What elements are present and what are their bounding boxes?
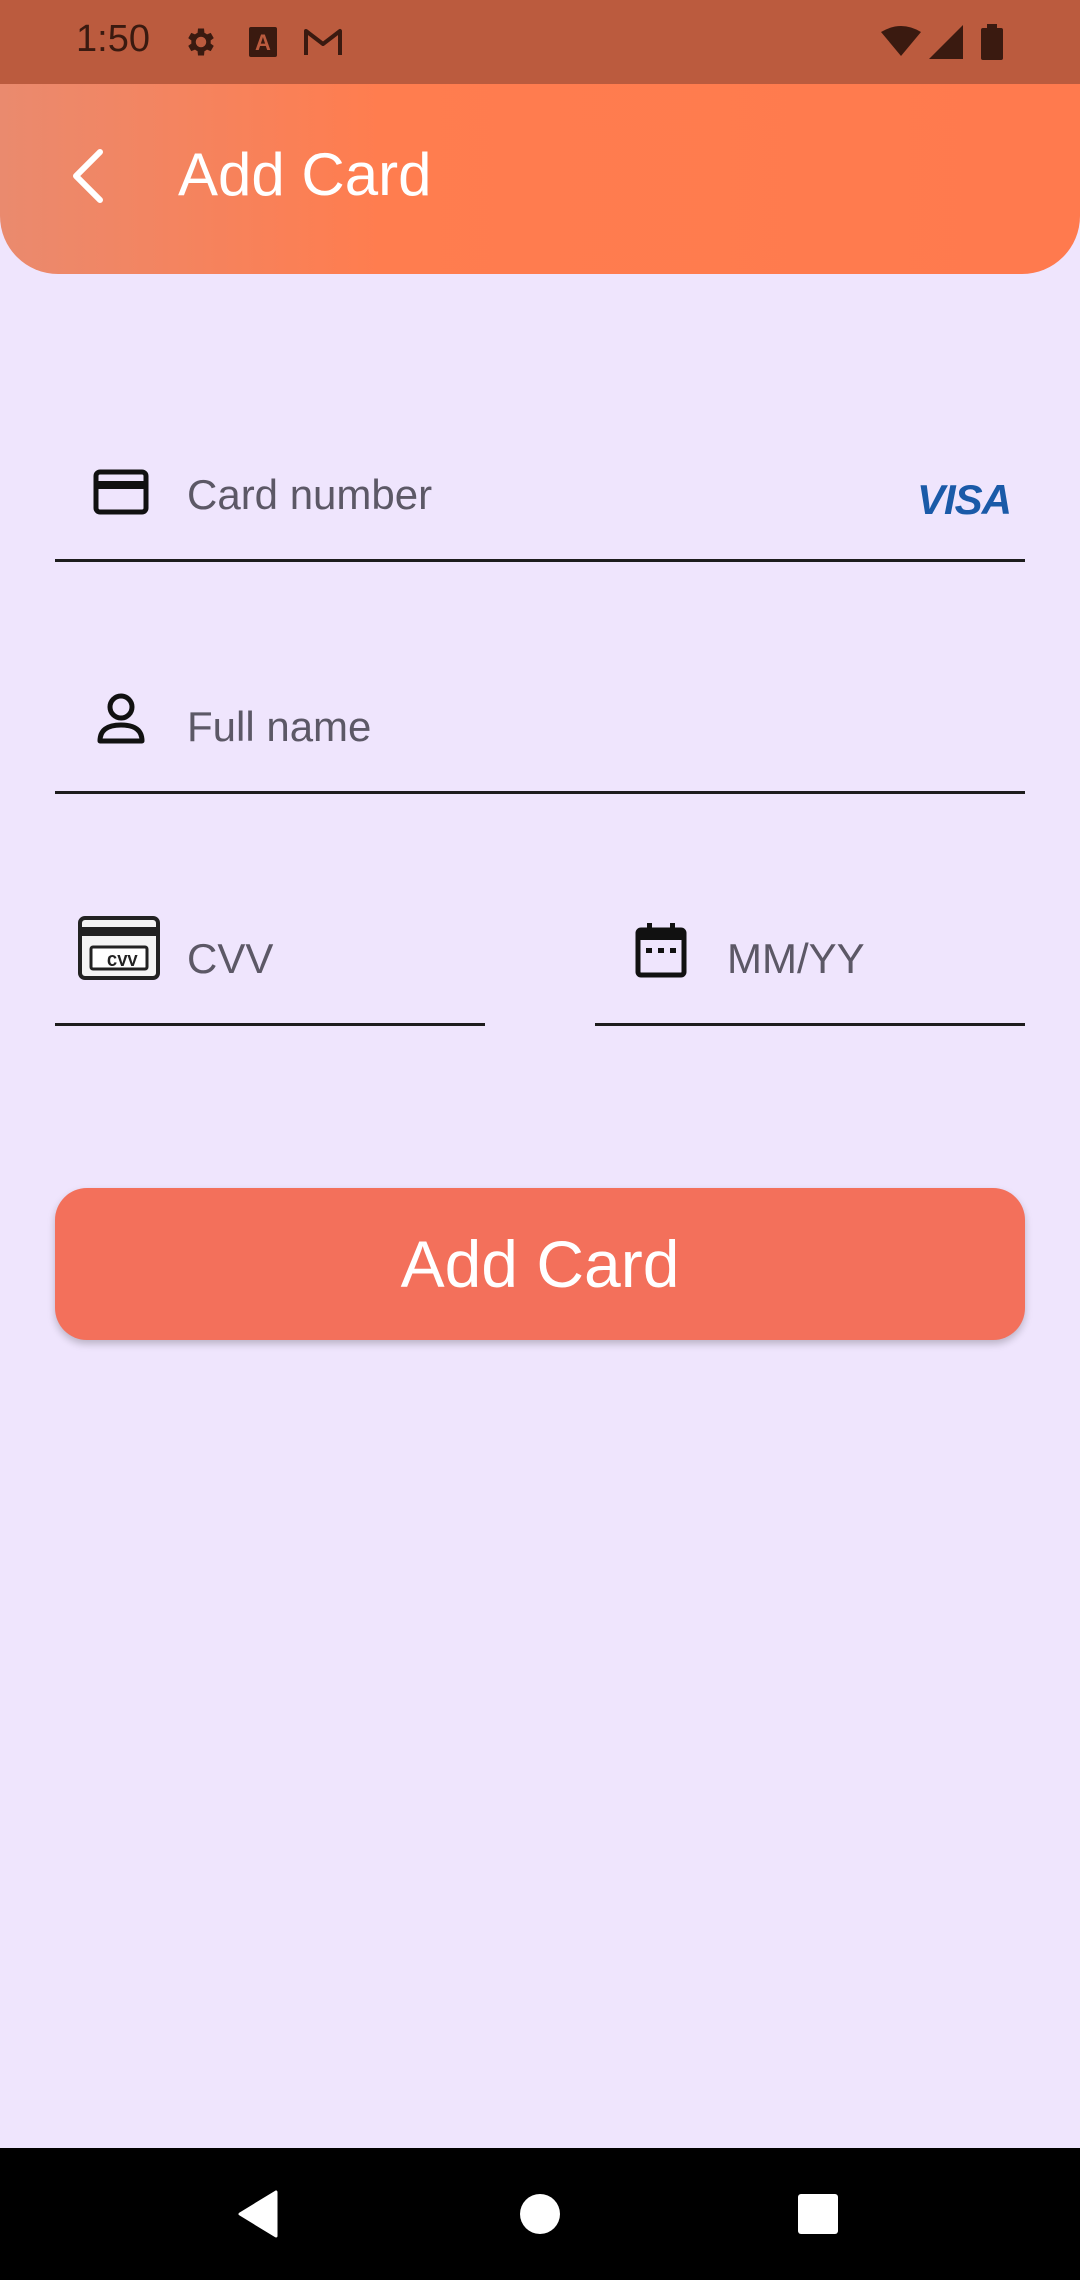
svg-text:A: A (255, 30, 271, 55)
gear-icon (180, 22, 222, 62)
recents-square-icon (797, 2193, 839, 2235)
a-notification-icon: A (246, 22, 280, 62)
full-name-field[interactable] (55, 652, 1025, 794)
card-number-field[interactable]: VISA (55, 420, 1025, 562)
expiry-field[interactable] (595, 884, 1025, 1026)
full-name-input[interactable] (187, 692, 987, 762)
visa-logo: VISA (916, 476, 1012, 524)
cvv-input[interactable] (187, 924, 467, 994)
back-triangle-icon (236, 2190, 280, 2238)
card-number-input[interactable] (187, 460, 847, 530)
app-bar: Add Card (0, 84, 1080, 274)
cvv-card-icon: CVV (77, 914, 161, 982)
navigation-bar (0, 2148, 1080, 2280)
battery-icon (978, 22, 1006, 62)
credit-card-icon (91, 462, 151, 522)
home-circle-icon (518, 2192, 562, 2236)
calendar-icon (631, 920, 691, 980)
gmail-icon (302, 22, 344, 62)
nav-home-button[interactable] (510, 2184, 570, 2244)
add-card-button[interactable]: Add Card (55, 1188, 1025, 1340)
expiry-input[interactable] (727, 924, 1007, 994)
cvv-icon-text: CVV (107, 953, 138, 972)
visa-text: VISA (916, 476, 1012, 523)
nav-recents-button[interactable] (788, 2184, 848, 2244)
chevron-left-icon (68, 148, 108, 204)
nav-back-button[interactable] (228, 2184, 288, 2244)
status-time: 1:50 (76, 18, 150, 60)
wifi-icon (880, 22, 922, 62)
cvv-field[interactable]: CVV (55, 884, 485, 1026)
page-title: Add Card (178, 141, 432, 208)
back-button[interactable] (56, 144, 120, 208)
cell-signal-icon (928, 22, 964, 62)
status-bar: 1:50 A (0, 0, 1080, 84)
person-icon (91, 688, 151, 748)
